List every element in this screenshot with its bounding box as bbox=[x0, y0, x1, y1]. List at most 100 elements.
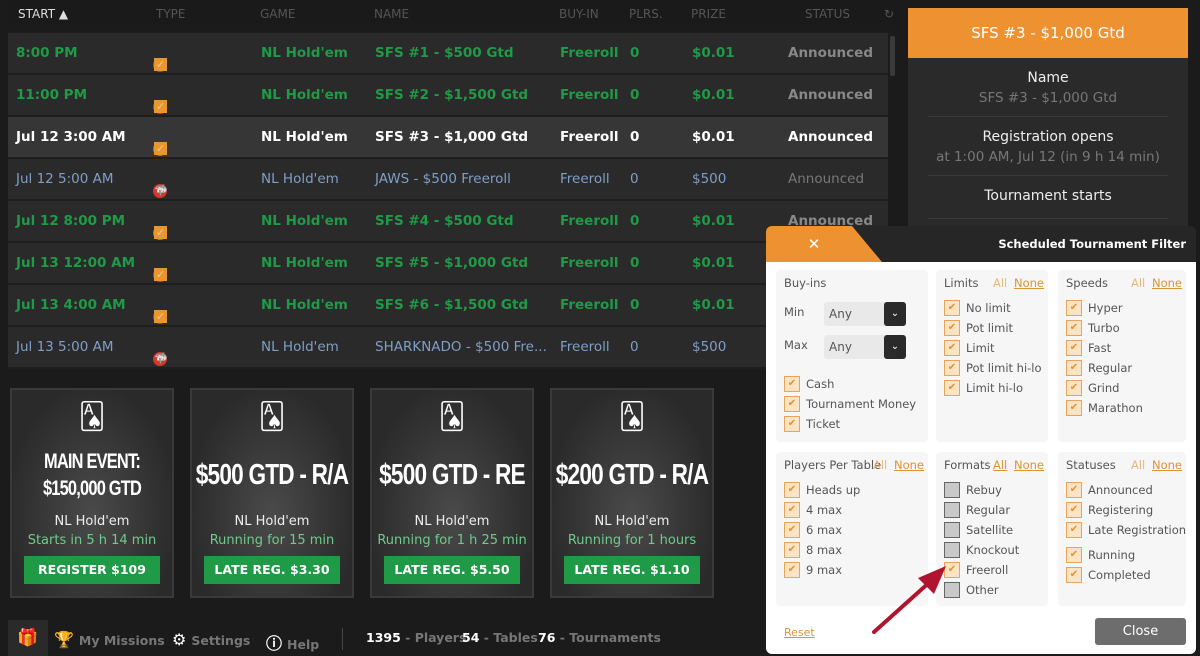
checkbox-fast[interactable]: ✔ Fast bbox=[1066, 340, 1111, 358]
checkbox-no-limit[interactable]: ✔ No limit bbox=[944, 300, 1011, 318]
table-row[interactable]: Jul 13 12:00 AM NL Hold'em SFS #5 - $1,000… bbox=[8, 243, 888, 285]
check-icon[interactable]: ✔ bbox=[784, 542, 800, 558]
checkbox-8-max[interactable]: ✔ 8 max bbox=[784, 542, 842, 560]
checkbox-limit[interactable]: ✔ Limit bbox=[944, 340, 995, 358]
select-all-link[interactable]: All bbox=[1131, 458, 1145, 472]
table-row[interactable]: Jul 12 8:00 PM NL Hold'em SFS #4 - $500 Gt… bbox=[8, 201, 888, 243]
check-icon[interactable]: ✔ bbox=[1066, 380, 1082, 396]
check-icon[interactable]: ✔ bbox=[1066, 400, 1082, 416]
column-game[interactable]: GAME bbox=[260, 7, 295, 21]
checkbox-9-max[interactable]: ✔ 9 max bbox=[784, 562, 842, 580]
tournament-card[interactable]: 🂡 $200 GTD - R/A NL Hold'em Running for 1 h… bbox=[550, 388, 714, 598]
table-row[interactable]: Jul 12 5:00 AM NL Hold'em JAWS - $500 Free… bbox=[8, 159, 888, 201]
checkbox-pot-limit[interactable]: ✔ Pot limit bbox=[944, 320, 1013, 338]
checkbox-completed[interactable]: ✔ Completed bbox=[1066, 567, 1151, 585]
checkbox-limit-hi-lo[interactable]: ✔ Limit hi-lo bbox=[944, 380, 1023, 398]
check-icon[interactable]: ✔ bbox=[944, 360, 960, 376]
select-all-link[interactable]: All bbox=[993, 458, 1007, 472]
tournament-card[interactable]: 🂡 $500 GTD - RE NL Hold'em Running for 1 h … bbox=[370, 388, 534, 598]
check-icon[interactable]: ✔ bbox=[784, 562, 800, 578]
checkbox-running[interactable]: ✔ Running bbox=[1066, 547, 1135, 565]
checkbox-empty[interactable]: ✔ bbox=[944, 582, 960, 598]
my-missions-button[interactable]: 🏆 My Missions bbox=[54, 630, 165, 649]
column-buyin[interactable]: BUY-IN bbox=[559, 7, 599, 21]
check-icon[interactable]: ✔ bbox=[784, 416, 800, 432]
check-icon[interactable]: ✔ bbox=[1066, 320, 1082, 336]
refresh-icon[interactable]: ↻ bbox=[884, 7, 894, 21]
check-icon[interactable]: ✔ bbox=[784, 376, 800, 392]
check-icon[interactable]: ✔ bbox=[944, 380, 960, 396]
checkbox-6-max[interactable]: ✔ 6 max bbox=[784, 522, 842, 540]
check-icon[interactable]: ✔ bbox=[944, 562, 960, 578]
select-all-link[interactable]: All bbox=[1131, 276, 1145, 290]
checkbox-ticket[interactable]: ✔ Ticket bbox=[784, 416, 840, 434]
checkbox-turbo[interactable]: ✔ Turbo bbox=[1066, 320, 1120, 338]
checkbox-registering[interactable]: ✔ Registering bbox=[1066, 502, 1153, 520]
checkbox-empty[interactable]: ✔ bbox=[944, 522, 960, 538]
checkbox-regular[interactable]: ✔ Regular bbox=[944, 502, 1010, 520]
select-none-link[interactable]: None bbox=[1014, 458, 1044, 472]
check-icon[interactable]: ✔ bbox=[1066, 567, 1082, 583]
checkbox-grind[interactable]: ✔ Grind bbox=[1066, 380, 1119, 398]
checkbox-freeroll[interactable]: ✔ Freeroll bbox=[944, 562, 1008, 580]
close-icon[interactable]: ✕ bbox=[766, 226, 882, 262]
checkbox-empty[interactable]: ✔ bbox=[944, 502, 960, 518]
check-icon[interactable]: ✔ bbox=[784, 482, 800, 498]
checkbox-rebuy[interactable]: ✔ Rebuy bbox=[944, 482, 1002, 500]
gift-icon[interactable]: 🎁 bbox=[8, 620, 48, 656]
select-all-link[interactable]: All bbox=[993, 276, 1007, 290]
checkbox-cash[interactable]: ✔ Cash bbox=[784, 376, 834, 394]
card-register-button[interactable]: REGISTER $109 bbox=[24, 556, 160, 584]
checkbox-hyper[interactable]: ✔ Hyper bbox=[1066, 300, 1123, 318]
checkbox-announced[interactable]: ✔ Announced bbox=[1066, 482, 1153, 500]
column-name[interactable]: NAME bbox=[374, 7, 409, 21]
checkbox-knockout[interactable]: ✔ Knockout bbox=[944, 542, 1019, 560]
check-icon[interactable]: ✔ bbox=[1066, 300, 1082, 316]
reset-link[interactable]: Reset bbox=[784, 626, 815, 639]
min-buyin-select[interactable]: Any ⌄ bbox=[824, 302, 906, 326]
checkbox-regular[interactable]: ✔ Regular bbox=[1066, 360, 1132, 378]
check-icon[interactable]: ✔ bbox=[784, 396, 800, 412]
select-all-link[interactable]: All bbox=[873, 458, 887, 472]
check-icon[interactable]: ✔ bbox=[944, 340, 960, 356]
check-icon[interactable]: ✔ bbox=[1066, 482, 1082, 498]
check-icon[interactable]: ✔ bbox=[1066, 522, 1082, 538]
max-buyin-select[interactable]: Any ⌄ bbox=[824, 335, 906, 359]
scrollbar[interactable] bbox=[890, 36, 895, 76]
checkbox-4-max[interactable]: ✔ 4 max bbox=[784, 502, 842, 520]
table-row[interactable]: 11:00 PM NL Hold'em SFS #2 - $1,500 Gtd Fre… bbox=[8, 75, 888, 117]
checkbox-empty[interactable]: ✔ bbox=[944, 482, 960, 498]
checkbox-tournament-money[interactable]: ✔ Tournament Money bbox=[784, 396, 916, 414]
checkbox-late-registration[interactable]: ✔ Late Registration bbox=[1066, 522, 1186, 540]
column-type[interactable]: TYPE bbox=[156, 7, 185, 21]
select-none-link[interactable]: None bbox=[1014, 276, 1044, 290]
check-icon[interactable]: ✔ bbox=[944, 300, 960, 316]
check-icon[interactable]: ✔ bbox=[1066, 547, 1082, 563]
check-icon[interactable]: ✔ bbox=[1066, 502, 1082, 518]
chevron-down-icon[interactable]: ⌄ bbox=[884, 302, 906, 326]
column-players[interactable]: PLRS. bbox=[629, 7, 663, 21]
checkbox-pot-limit-hi-lo[interactable]: ✔ Pot limit hi-lo bbox=[944, 360, 1042, 378]
select-none-link[interactable]: None bbox=[894, 458, 924, 472]
table-row[interactable]: 8:00 PM NL Hold'em SFS #1 - $500 Gtd Freero… bbox=[8, 33, 888, 75]
column-status[interactable]: STATUS bbox=[805, 7, 850, 21]
table-row[interactable]: Jul 12 3:00 AM NL Hold'em SFS #3 - $1,000 … bbox=[8, 117, 888, 159]
close-button[interactable]: Close bbox=[1095, 618, 1186, 645]
check-icon[interactable]: ✔ bbox=[784, 502, 800, 518]
tournament-card[interactable]: 🂡 MAIN EVENT: $150,000 GTD NL Hold'em Start… bbox=[10, 388, 174, 598]
chevron-down-icon[interactable]: ⌄ bbox=[884, 335, 906, 359]
table-row[interactable]: Jul 13 5:00 AM NL Hold'em SHARKNADO - $500… bbox=[8, 327, 888, 369]
checkbox-heads-up[interactable]: ✔ Heads up bbox=[784, 482, 860, 500]
check-icon[interactable]: ✔ bbox=[1066, 340, 1082, 356]
table-row[interactable]: Jul 13 4:00 AM NL Hold'em SFS #6 - $1,500 … bbox=[8, 285, 888, 327]
card-register-button[interactable]: LATE REG. $1.10 bbox=[564, 556, 700, 584]
select-none-link[interactable]: None bbox=[1152, 276, 1182, 290]
column-prize[interactable]: PRIZE bbox=[691, 7, 726, 21]
settings-button[interactable]: ⚙ Settings bbox=[172, 630, 250, 649]
checkbox-marathon[interactable]: ✔ Marathon bbox=[1066, 400, 1143, 418]
checkbox-satellite[interactable]: ✔ Satellite bbox=[944, 522, 1013, 540]
column-start[interactable]: START ▲ bbox=[18, 7, 68, 21]
check-icon[interactable]: ✔ bbox=[1066, 360, 1082, 376]
tournament-card[interactable]: 🂡 $500 GTD - R/A NL Hold'em Running for 15 … bbox=[190, 388, 354, 598]
card-register-button[interactable]: LATE REG. $3.30 bbox=[204, 556, 340, 584]
